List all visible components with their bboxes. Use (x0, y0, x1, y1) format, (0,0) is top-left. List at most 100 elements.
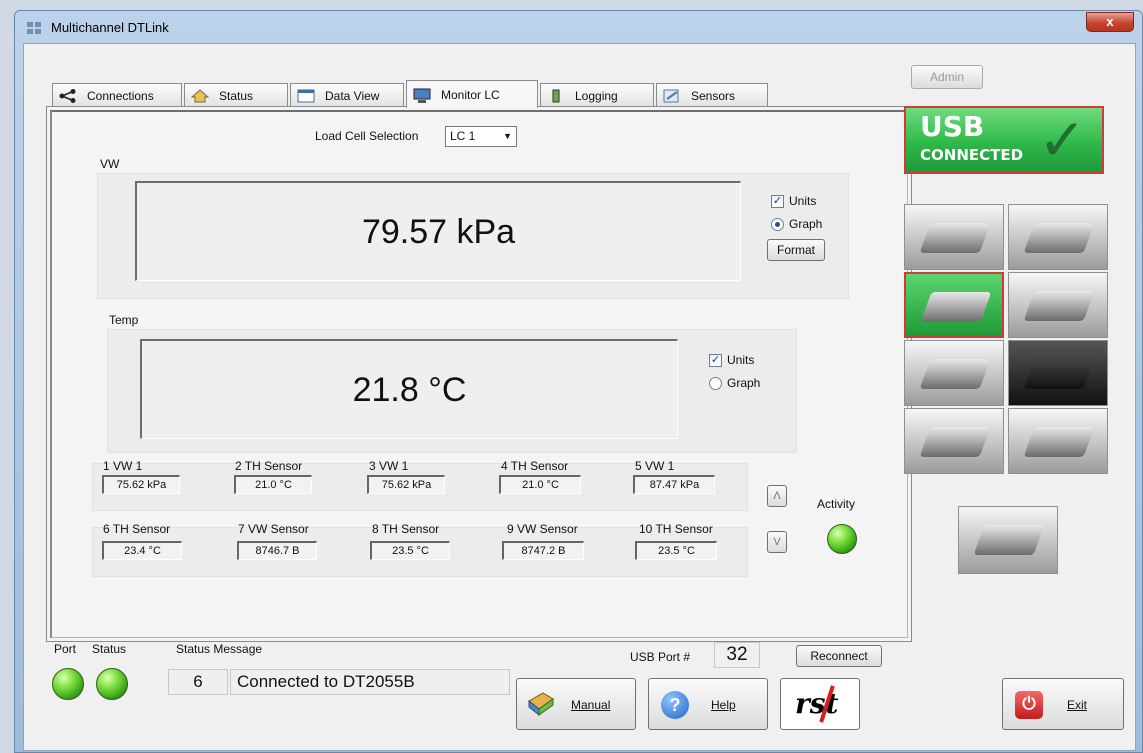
status-code-field: 6 (168, 669, 228, 695)
device-thumbnail[interactable] (904, 408, 1004, 474)
sensor-value: 23.4 °C (102, 541, 182, 560)
vw-graph-radio[interactable] (771, 218, 784, 231)
temp-graph-radio[interactable] (709, 377, 722, 390)
sensor-label: 1 VW 1 (103, 459, 143, 473)
usb-badge-line2: CONNECTED (920, 146, 1024, 164)
load-cell-select[interactable]: LC 1 ▼ (445, 126, 517, 147)
vw-reading-display: 79.57 kPa (135, 181, 741, 281)
port-label: Port (54, 642, 77, 656)
chevron-down-icon: ▼ (503, 131, 512, 141)
device-thumbnail[interactable] (904, 204, 1004, 270)
exit-button[interactable]: ⏻ Exit (1002, 678, 1124, 730)
reconnect-button[interactable]: Reconnect (796, 645, 882, 667)
checkmark-icon: ✓ (1038, 108, 1087, 173)
close-button[interactable]: x (1086, 12, 1134, 32)
device-thumbnail[interactable] (1008, 204, 1108, 270)
sensor-label: 10 TH Sensor (639, 522, 713, 536)
tab-label: Status (219, 88, 254, 103)
sensor-label: 2 TH Sensor (235, 459, 303, 473)
vw-group-label: VW (100, 157, 120, 171)
vw-units-checkbox[interactable]: ✓ (771, 195, 784, 208)
vw-graph-label: Graph (789, 217, 823, 231)
sensor-value: 87.47 kPa (633, 475, 715, 494)
device-icon (920, 292, 992, 322)
share-icon (59, 88, 77, 103)
tab-data-view[interactable]: Data View (290, 83, 404, 107)
calendar-icon (297, 89, 315, 103)
device-icon (1023, 223, 1095, 253)
logging-icon (547, 89, 565, 103)
app-icon (27, 21, 43, 35)
tab-label: Data View (325, 88, 380, 103)
help-icon: ? (661, 691, 689, 719)
wireless-device-thumbnail[interactable] (958, 506, 1058, 574)
temp-units-checkbox[interactable]: ✓ (709, 354, 722, 367)
sensor-label: 3 VW 1 (369, 459, 409, 473)
scroll-up-button[interactable]: Λ (767, 485, 787, 507)
sensor-value: 8747.2 B (502, 541, 584, 560)
device-thumbnail[interactable] (1008, 408, 1108, 474)
tab-strip: Connections Status Data View Monitor LC … (52, 80, 802, 108)
device-thumbnail[interactable] (904, 340, 1004, 406)
help-button[interactable]: ? Help (648, 678, 768, 730)
sensor-label: 7 VW Sensor (238, 522, 309, 536)
temp-graph-label: Graph (727, 376, 761, 390)
activity-indicator (827, 524, 857, 554)
sensor-value: 21.0 °C (234, 475, 312, 494)
temp-reading-display: 21.8 °C (140, 339, 678, 439)
exit-button-label: Exit (1067, 698, 1088, 712)
load-cell-selection-label: Load Cell Selection (315, 129, 419, 143)
client-area: Connections Status Data View Monitor LC … (23, 43, 1136, 751)
app-window: Multichannel DTLink x Connections Status… (14, 10, 1143, 753)
sensor-value: 8746.7 B (237, 541, 317, 560)
manual-button-label: Manual (571, 698, 611, 712)
activity-label: Activity (817, 497, 856, 511)
device-icon (1023, 291, 1095, 321)
sensor-value: 23.5 °C (370, 541, 450, 560)
power-icon: ⏻ (1015, 691, 1043, 719)
monitor-lc-page: Load Cell Selection LC 1 ▼ VW 79.57 kPa … (46, 106, 912, 642)
tab-label: Sensors (691, 88, 736, 103)
sensor-value: 23.5 °C (635, 541, 717, 560)
usb-badge-line1: USB (920, 110, 985, 143)
help-button-label: Help (711, 698, 736, 712)
tab-connections[interactable]: Connections (52, 83, 182, 107)
usb-port-field: 32 (714, 642, 760, 668)
admin-button[interactable]: Admin (911, 65, 983, 89)
temp-group-label: Temp (109, 313, 139, 327)
sensor-label: 8 TH Sensor (372, 522, 440, 536)
port-indicator (52, 668, 84, 700)
book-icon (527, 691, 555, 717)
status-message-label: Status Message (176, 642, 263, 656)
device-icon (919, 359, 991, 389)
device-icon (919, 223, 991, 253)
tab-status[interactable]: Status (184, 83, 288, 107)
tab-logging[interactable]: Logging (540, 83, 654, 107)
scroll-down-button[interactable]: V (767, 531, 787, 553)
sensor-label: 6 TH Sensor (103, 522, 171, 536)
sensor-value: 75.62 kPa (102, 475, 180, 494)
status-message-field: Connected to DT2055B (230, 669, 510, 695)
status-indicator (96, 668, 128, 700)
sensor-value: 75.62 kPa (367, 475, 445, 494)
device-thumbnail-selected[interactable] (904, 272, 1004, 338)
sensor-value: 21.0 °C (499, 475, 581, 494)
rst-logo-button[interactable]: rst (780, 678, 860, 730)
temp-units-label: Units (727, 353, 755, 367)
title-bar[interactable]: Multichannel DTLink x (15, 11, 1142, 43)
usb-port-label: USB Port # (630, 650, 691, 664)
window-title: Multichannel DTLink (51, 20, 169, 35)
sensor-label: 5 VW 1 (635, 459, 675, 473)
sensor-label: 9 VW Sensor (507, 522, 578, 536)
monitor-icon (413, 88, 431, 103)
status-label: Status (92, 642, 127, 656)
tab-sensors[interactable]: Sensors (656, 83, 768, 107)
load-cell-select-value: LC 1 (450, 129, 476, 143)
device-thumbnail[interactable] (1008, 272, 1108, 338)
device-icon (1023, 359, 1095, 389)
device-thumbnail[interactable] (1008, 340, 1108, 406)
format-button[interactable]: Format (767, 239, 825, 261)
sensor-label: 4 TH Sensor (501, 459, 569, 473)
manual-button[interactable]: Manual (516, 678, 636, 730)
tab-monitor-lc[interactable]: Monitor LC (406, 80, 538, 108)
